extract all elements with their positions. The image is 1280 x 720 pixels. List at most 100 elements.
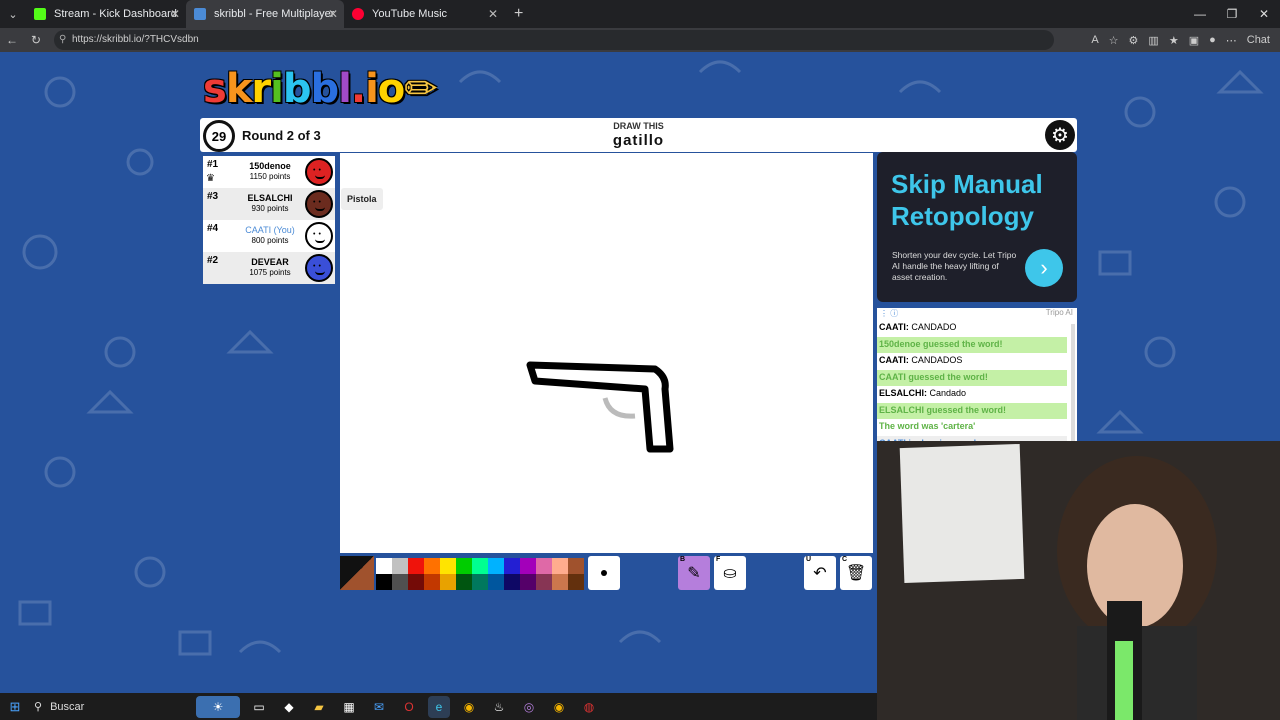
- chat-text: CAATI guessed the word!: [879, 371, 988, 382]
- copilot-chat-button[interactable]: Chat: [1247, 34, 1270, 46]
- avatar: ••: [305, 254, 333, 282]
- clear-button[interactable]: C 🗑: [840, 556, 872, 590]
- color-swatch[interactable]: [392, 558, 408, 574]
- tab-youtube-music[interactable]: YouTube Music ✕: [344, 0, 504, 28]
- color-swatch[interactable]: [536, 574, 552, 590]
- color-swatch[interactable]: [520, 558, 536, 574]
- player-rank: #1: [207, 159, 219, 170]
- player-row[interactable]: #4 CAATI (You) 800 points ••: [203, 220, 335, 252]
- new-tab-button[interactable]: +: [514, 5, 523, 23]
- tab-label: Stream - Kick Dashboard: [54, 8, 177, 20]
- tab-list-button[interactable]: ⌄: [0, 0, 26, 28]
- tab-skribbl[interactable]: skribbl - Free Multiplayer Drawing ✕: [186, 0, 344, 28]
- brush-size-button[interactable]: [588, 556, 620, 590]
- split-screen-icon[interactable]: ▥: [1148, 34, 1158, 47]
- obs-icon[interactable]: ◍: [578, 696, 600, 718]
- chat-text: 150denoe guessed the word!: [879, 338, 1003, 349]
- chat-text: CANDADO: [911, 322, 957, 332]
- reload-icon[interactable]: ↻: [24, 33, 48, 47]
- color-swatch[interactable]: [552, 558, 568, 574]
- skribbl-icon: [194, 8, 206, 20]
- ad-info-icon[interactable]: ⋮ ⓘ: [880, 308, 898, 319]
- player-row[interactable]: #3 ELSALCHI 930 points ••: [203, 188, 335, 220]
- widgets-icon[interactable]: ☀: [196, 695, 240, 718]
- discord-icon[interactable]: ◎: [518, 696, 540, 718]
- windows-start-icon[interactable]: ⊞: [0, 699, 30, 715]
- tab-kick[interactable]: Stream - Kick Dashboard ✕: [26, 0, 186, 28]
- url-field[interactable]: ⚲ https://skribbl.io/?THCVsdbn: [54, 30, 1054, 50]
- extensions-icon[interactable]: ⚙: [1129, 34, 1139, 47]
- color-swatch[interactable]: [568, 574, 584, 590]
- minimize-icon[interactable]: —: [1184, 0, 1216, 28]
- close-icon[interactable]: ✕: [488, 7, 498, 21]
- chat-author: CAATI:: [879, 355, 909, 365]
- color-swatch[interactable]: [456, 558, 472, 574]
- color-swatch[interactable]: [408, 574, 424, 590]
- close-icon[interactable]: ✕: [328, 7, 338, 21]
- color-swatch[interactable]: [488, 574, 504, 590]
- color-swatch[interactable]: [376, 558, 392, 574]
- avatar: ••: [305, 222, 333, 250]
- profile-avatar[interactable]: ●: [1209, 34, 1216, 46]
- color-swatch[interactable]: [440, 558, 456, 574]
- color-swatch[interactable]: [424, 574, 440, 590]
- task-view-icon[interactable]: ▭: [248, 696, 270, 718]
- color-swatch[interactable]: [472, 574, 488, 590]
- tab-label: skribbl - Free Multiplayer Drawing: [214, 8, 334, 20]
- color-swatch[interactable]: [472, 558, 488, 574]
- player-name: DEVEAR: [251, 257, 289, 267]
- color-swatch[interactable]: [520, 574, 536, 590]
- color-swatch[interactable]: [424, 558, 440, 574]
- color-swatch[interactable]: [376, 574, 392, 590]
- color-swatch[interactable]: [488, 558, 504, 574]
- color-swatch[interactable]: [552, 574, 568, 590]
- brush-tool-button[interactable]: B ✎: [678, 556, 710, 590]
- color-swatch[interactable]: [392, 574, 408, 590]
- chrome-icon[interactable]: ◉: [458, 696, 480, 718]
- player-points: 800 points: [251, 236, 289, 245]
- undo-button[interactable]: U ↶: [804, 556, 836, 590]
- opera-icon[interactable]: O: [398, 696, 420, 718]
- advertisement[interactable]: Skip Manual Retopology Shorten your dev …: [877, 152, 1077, 302]
- color-swatch[interactable]: [408, 558, 424, 574]
- maximize-icon[interactable]: ❐: [1216, 0, 1248, 28]
- settings-gear-icon[interactable]: ⚙: [1045, 120, 1075, 150]
- site-info-icon[interactable]: ⚲: [59, 30, 66, 50]
- color-swatch[interactable]: [536, 558, 552, 574]
- current-color[interactable]: [340, 556, 374, 590]
- favorite-icon[interactable]: ☆: [1109, 34, 1119, 47]
- avatar: ••: [305, 190, 333, 218]
- color-swatch[interactable]: [504, 574, 520, 590]
- store-icon[interactable]: ▦: [338, 696, 360, 718]
- color-swatch[interactable]: [504, 558, 520, 574]
- edge-icon[interactable]: e: [428, 695, 450, 718]
- guess-bubble: Pistola: [341, 188, 383, 210]
- player-row[interactable]: #1 ♛ 150denoe 1150 points ••: [203, 156, 335, 188]
- back-icon[interactable]: ←: [0, 33, 24, 47]
- color-swatch[interactable]: [456, 574, 472, 590]
- color-swatch[interactable]: [568, 558, 584, 574]
- chat-message: CAATI guessed the word!: [877, 369, 1067, 386]
- drawing-strokes: [526, 361, 674, 453]
- close-icon[interactable]: ✕: [170, 7, 180, 21]
- fill-tool-button[interactable]: F ⛀: [714, 556, 746, 590]
- copilot-icon[interactable]: ◆: [278, 696, 300, 718]
- chat-text: ELSALCHI guessed the word!: [879, 404, 1007, 415]
- color-palette: [376, 558, 586, 590]
- player-row[interactable]: #2 DEVEAR 1075 points ••: [203, 252, 335, 284]
- file-explorer-icon[interactable]: ▰: [308, 696, 330, 718]
- more-icon[interactable]: ⋯: [1226, 34, 1237, 47]
- close-window-icon[interactable]: ✕: [1248, 0, 1280, 28]
- favorites-icon[interactable]: ★: [1169, 34, 1179, 47]
- ad-arrow-button[interactable]: ›: [1025, 249, 1063, 287]
- ad-source-text: Tripo AI: [1045, 308, 1073, 317]
- outlook-icon[interactable]: ✉: [368, 696, 390, 718]
- drawing-canvas[interactable]: [340, 153, 873, 553]
- color-swatch[interactable]: [440, 574, 456, 590]
- chrome-profile-icon[interactable]: ◉: [548, 696, 570, 718]
- taskbar-search[interactable]: ⚲ Buscar: [30, 696, 160, 718]
- steam-icon[interactable]: ♨: [488, 696, 510, 718]
- collections-icon[interactable]: ▣: [1189, 34, 1199, 47]
- translate-icon[interactable]: A: [1091, 34, 1098, 46]
- kick-icon: [34, 8, 46, 20]
